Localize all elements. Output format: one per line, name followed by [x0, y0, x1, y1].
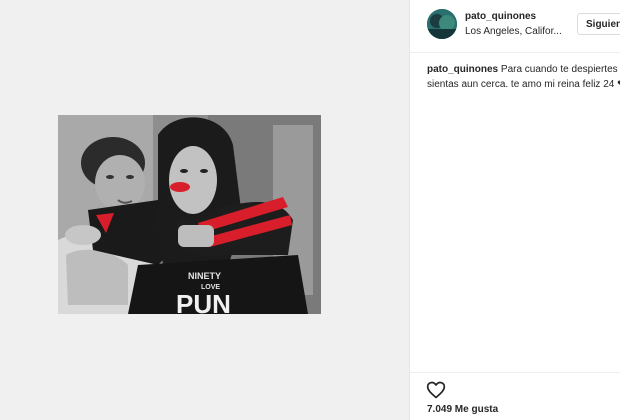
like-button[interactable]: [426, 380, 446, 400]
caption-username[interactable]: pato_quinones: [427, 64, 498, 75]
avatar[interactable]: [427, 9, 457, 39]
shirt-text-3: PUN: [176, 289, 231, 314]
divider: [410, 372, 620, 373]
caption: pato_quinones Para cuando te despiertes …: [427, 62, 620, 92]
location[interactable]: Los Angeles, Califor...: [465, 26, 562, 37]
post-photo[interactable]: NINETY LOVE PUN: [58, 115, 321, 314]
media-pane: NINETY LOVE PUN: [0, 0, 409, 420]
heart-icon: [426, 381, 446, 399]
avatar-image: [427, 9, 457, 39]
photo-illustration: NINETY LOVE PUN: [58, 115, 321, 314]
caption-text-1: Para cuando te despiertes n: [500, 64, 620, 75]
following-button[interactable]: Siguiendo: [577, 13, 620, 35]
username[interactable]: pato_quinones: [465, 11, 536, 22]
post-header: pato_quinones Los Angeles, Califor... Si…: [410, 0, 620, 53]
caption-line-1: pato_quinones Para cuando te despiertes …: [427, 62, 620, 77]
shirt-text-1: NINETY: [188, 271, 221, 281]
caption-text-2: sientas aun cerca. te amo mi reina feliz…: [427, 79, 620, 90]
side-panel: pato_quinones Los Angeles, Califor... Si…: [409, 0, 620, 420]
likes-count[interactable]: 7.049 Me gusta: [427, 404, 498, 415]
